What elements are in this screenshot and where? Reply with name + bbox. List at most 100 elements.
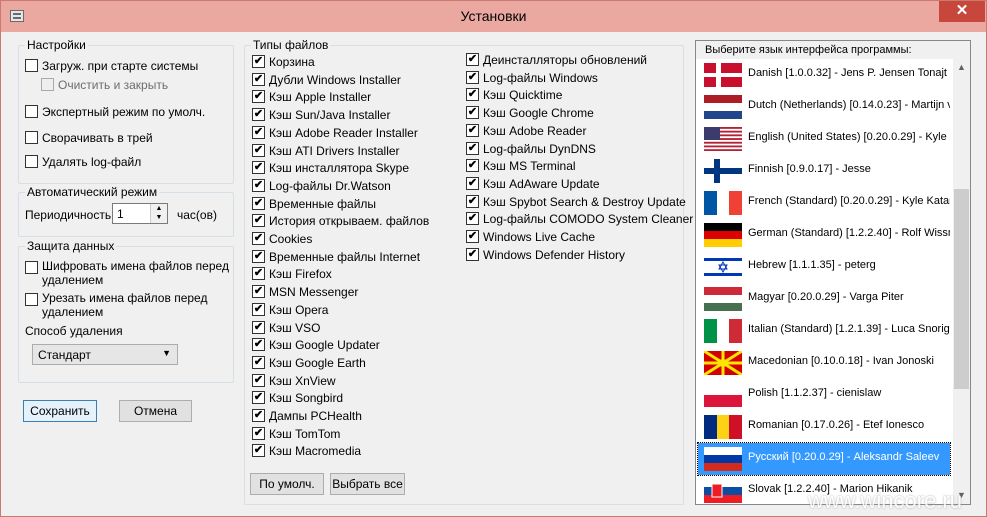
checkmark-icon[interactable] bbox=[466, 141, 479, 155]
file-type-checkbox[interactable]: Кэш Adobe Reader bbox=[466, 123, 586, 139]
file-type-checkbox[interactable]: Cookies bbox=[252, 231, 312, 247]
checkmark-icon[interactable] bbox=[252, 302, 265, 316]
checkmark-icon[interactable] bbox=[252, 426, 265, 440]
checkmark-icon[interactable] bbox=[252, 161, 265, 175]
file-type-checkbox[interactable]: Кэш Firefox bbox=[252, 266, 332, 282]
file-type-checkbox[interactable]: Кэш ATI Drivers Installer bbox=[252, 143, 400, 159]
file-type-checkbox[interactable]: Windows Defender History bbox=[466, 247, 625, 263]
close-button[interactable]: ✕ bbox=[939, 1, 985, 22]
select-all-button[interactable]: Выбрать все bbox=[330, 473, 405, 495]
truncate-names-checkbox-box[interactable] bbox=[25, 293, 38, 306]
expert-mode-checkbox[interactable]: Экспертный режим по умолч. bbox=[25, 104, 205, 120]
checkmark-icon[interactable] bbox=[466, 88, 479, 102]
delete-log-checkbox[interactable]: Удалять log-файл bbox=[25, 154, 141, 170]
encrypt-names-checkbox[interactable]: Шифровать имена файлов перед удалением bbox=[25, 259, 229, 287]
checkmark-icon[interactable] bbox=[252, 338, 265, 352]
autostart-checkbox[interactable]: Загруж. при старте системы bbox=[25, 58, 198, 74]
file-type-checkbox[interactable]: Временные файлы bbox=[252, 196, 376, 212]
defaults-button[interactable]: По умолч. bbox=[250, 473, 324, 495]
file-type-checkbox[interactable]: Деинсталляторы обновлений bbox=[466, 52, 647, 68]
language-item[interactable]: Macedonian [0.10.0.18] - Ivan Jonoski bbox=[698, 347, 950, 379]
checkmark-icon[interactable] bbox=[252, 232, 265, 245]
checkmark-icon[interactable] bbox=[466, 53, 479, 66]
file-type-checkbox[interactable]: Дубли Windows Installer bbox=[252, 72, 401, 88]
checkmark-icon[interactable] bbox=[252, 391, 265, 405]
language-item[interactable]: Finnish [0.9.0.17] - Jesse bbox=[698, 155, 950, 187]
language-scrollbar[interactable]: ▲ ▼ bbox=[953, 59, 970, 504]
file-type-checkbox[interactable]: Дампы PCHealth bbox=[252, 408, 362, 424]
file-type-checkbox[interactable]: Log-файлы DynDNS bbox=[466, 141, 596, 157]
scroll-up-icon[interactable]: ▲ bbox=[953, 59, 970, 76]
file-type-checkbox[interactable]: Кэш Macromedia bbox=[252, 443, 361, 459]
file-type-checkbox[interactable]: MSN Messenger bbox=[252, 284, 358, 300]
checkmark-icon[interactable] bbox=[252, 178, 265, 192]
checkmark-icon[interactable] bbox=[252, 214, 265, 228]
language-list[interactable]: Danish [1.0.0.32] - Jens P. Jensen Tonaj… bbox=[696, 59, 952, 504]
file-type-checkbox[interactable]: Кэш VSO bbox=[252, 320, 320, 336]
language-item[interactable]: Italian (Standard) [1.2.1.39] - Luca Sno… bbox=[698, 315, 950, 347]
file-type-checkbox[interactable]: Windows Live Cache bbox=[466, 229, 595, 245]
autostart-checkbox-box[interactable] bbox=[25, 59, 38, 72]
file-type-checkbox[interactable]: Кэш Opera bbox=[252, 302, 328, 318]
expert-mode-checkbox-box[interactable] bbox=[25, 105, 38, 118]
checkmark-icon[interactable] bbox=[252, 320, 265, 334]
file-type-checkbox[interactable]: Кэш Apple Installer bbox=[252, 89, 371, 105]
checkmark-icon[interactable] bbox=[466, 212, 479, 226]
language-item[interactable]: French (Standard) [0.20.0.29] - Kyle Kat… bbox=[698, 187, 950, 219]
file-type-checkbox[interactable]: Кэш MS Terminal bbox=[466, 158, 576, 174]
file-type-checkbox[interactable]: Кэш Songbird bbox=[252, 390, 343, 406]
encrypt-names-checkbox-box[interactable] bbox=[25, 261, 38, 274]
language-item[interactable]: German (Standard) [1.2.2.40] - Rolf Wiss… bbox=[698, 219, 950, 251]
language-item[interactable]: Polish [1.1.2.37] - cienislaw bbox=[698, 379, 950, 411]
checkmark-icon[interactable] bbox=[252, 55, 265, 68]
checkmark-icon[interactable] bbox=[252, 267, 265, 281]
checkmark-icon[interactable] bbox=[466, 70, 479, 84]
checkmark-icon[interactable] bbox=[252, 355, 265, 369]
checkmark-icon[interactable] bbox=[252, 196, 265, 210]
file-type-checkbox[interactable]: Кэш Google Chrome bbox=[466, 105, 594, 121]
file-type-checkbox[interactable]: Кэш XnView bbox=[252, 373, 336, 389]
checkmark-icon[interactable] bbox=[252, 285, 265, 299]
file-type-checkbox[interactable]: Кэш Google Updater bbox=[252, 337, 380, 353]
checkmark-icon[interactable] bbox=[466, 123, 479, 137]
cancel-button[interactable]: Отмена bbox=[119, 400, 192, 422]
file-type-checkbox[interactable]: Кэш TomTom bbox=[252, 426, 340, 442]
language-item[interactable]: Romanian [0.17.0.26] - Etef Ionesco bbox=[698, 411, 950, 443]
delete-log-checkbox-box[interactable] bbox=[25, 155, 38, 168]
scrollbar-thumb[interactable] bbox=[954, 189, 969, 389]
truncate-names-checkbox[interactable]: Урезать имена файлов перед удалением bbox=[25, 291, 225, 319]
file-type-checkbox[interactable]: Log-файлы Windows bbox=[466, 70, 598, 86]
language-item[interactable]: Danish [1.0.0.32] - Jens P. Jensen Tonaj… bbox=[698, 59, 950, 91]
checkmark-icon[interactable] bbox=[466, 194, 479, 208]
checkmark-icon[interactable] bbox=[252, 409, 265, 422]
checkmark-icon[interactable] bbox=[252, 249, 265, 263]
file-type-checkbox[interactable]: История открываем. файлов bbox=[252, 213, 429, 229]
language-item[interactable]: English (United States) [0.20.0.29] - Ky… bbox=[698, 123, 950, 155]
checkmark-icon[interactable] bbox=[252, 72, 265, 86]
language-item[interactable]: Dutch (Netherlands) [0.14.0.23] - Martij… bbox=[698, 91, 950, 123]
minimize-to-tray-checkbox[interactable]: Сворачивать в трей bbox=[25, 130, 153, 146]
checkmark-icon[interactable] bbox=[252, 108, 265, 122]
language-item[interactable]: Hebrew [1.1.1.35] - peterg bbox=[698, 251, 950, 283]
file-type-checkbox[interactable]: Log-файлы Dr.Watson bbox=[252, 178, 391, 194]
language-item[interactable]: Magyar [0.20.0.29] - Varga Piter bbox=[698, 283, 950, 315]
file-type-checkbox[interactable]: Кэш Sun/Java Installer bbox=[252, 107, 390, 123]
file-type-checkbox[interactable]: Кэш Spybot Search & Destroy Update bbox=[466, 194, 686, 210]
file-type-checkbox[interactable]: Кэш инсталлятора Skype bbox=[252, 160, 409, 176]
checkmark-icon[interactable] bbox=[466, 176, 479, 190]
file-type-checkbox[interactable]: Кэш Quicktime bbox=[466, 87, 562, 103]
file-type-checkbox[interactable]: Кэш Adobe Reader Installer bbox=[252, 125, 418, 141]
deletion-method-select[interactable]: Стандарт ▼ bbox=[32, 344, 178, 365]
file-type-checkbox[interactable]: Log-файлы COMODO System Cleaner bbox=[466, 211, 693, 227]
checkmark-icon[interactable] bbox=[466, 106, 479, 120]
stepper-arrows-icon[interactable]: ▲ ▼ bbox=[150, 204, 167, 223]
file-type-checkbox[interactable]: Кэш Google Earth bbox=[252, 355, 366, 371]
period-stepper[interactable]: 1 ▲ ▼ bbox=[112, 203, 168, 224]
save-button[interactable]: Сохранить bbox=[23, 400, 97, 422]
checkmark-icon[interactable] bbox=[252, 90, 265, 104]
checkmark-icon[interactable] bbox=[466, 159, 479, 173]
file-type-checkbox[interactable]: Корзина bbox=[252, 54, 315, 70]
file-type-checkbox[interactable]: Кэш AdAware Update bbox=[466, 176, 600, 192]
checkmark-icon[interactable] bbox=[252, 143, 265, 157]
checkmark-icon[interactable] bbox=[466, 230, 479, 243]
